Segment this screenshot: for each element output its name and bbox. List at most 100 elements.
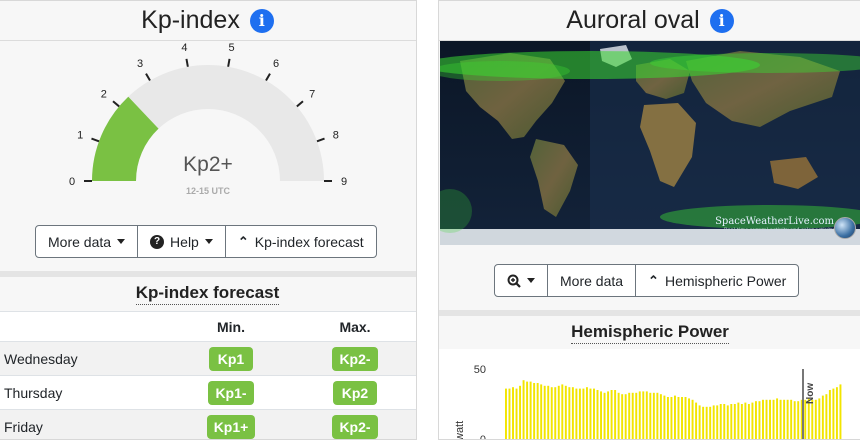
power-bar: [610, 390, 613, 439]
power-bar: [564, 385, 567, 439]
power-bar: [670, 397, 673, 439]
power-bar: [751, 402, 754, 439]
auroral-oval-title: Auroral oval: [566, 6, 700, 34]
min-badge: Kp1: [209, 346, 253, 371]
forecast-header-row: Min. Max.: [0, 311, 416, 341]
forecast-day: Wednesday: [4, 350, 78, 367]
info-icon[interactable]: i: [709, 8, 734, 33]
power-bar: [600, 391, 602, 439]
power-bar: [628, 392, 631, 439]
power-bar: [505, 388, 507, 439]
caret-down-icon: [117, 239, 126, 244]
power-bar: [825, 394, 828, 439]
min-badge: Kp1+: [206, 414, 256, 439]
aurora-more-data-button[interactable]: More data: [548, 265, 637, 296]
power-bar: [730, 404, 733, 439]
power-bar: [550, 387, 553, 439]
kp-index-header: Kp-index i: [0, 1, 416, 41]
caret-down-icon: [527, 278, 535, 283]
power-bar: [762, 399, 764, 439]
zoom-in-icon: [507, 274, 521, 288]
power-bar: [681, 397, 683, 439]
hemispheric-power-chart: 50 0 watt Now: [439, 349, 860, 440]
power-bar: [536, 383, 539, 439]
hemispheric-title[interactable]: Hemispheric Power: [571, 322, 729, 344]
info-icon[interactable]: i: [249, 8, 274, 33]
power-bar: [754, 401, 757, 439]
max-badge: Kp2: [333, 380, 377, 405]
power-bar: [765, 399, 768, 439]
auroral-oval-map[interactable]: SpaceWeatherLive.com Real-time auroral a…: [440, 41, 860, 245]
power-bar: [804, 399, 807, 439]
hemispheric-section-title: Hemispheric Power: [439, 316, 860, 350]
more-data-button[interactable]: More data: [36, 226, 139, 257]
kp-gauge: 0 1 2 3 4 5 6 7 8 9 Kp2+ 12-15 UTC: [69, 42, 347, 196]
power-bar: [772, 399, 775, 439]
gauge-tick: [265, 73, 271, 82]
power-bar: [617, 392, 620, 439]
gauge-tick-label: 7: [309, 89, 315, 101]
power-bar: [638, 391, 641, 439]
gauge-value: Kp2+: [183, 153, 233, 176]
kp-index-card: Kp-index i 0 1 2 3 4 5 6 7 8 9 Kp2+ 12-15 UTC Mor…: [0, 0, 417, 440]
power-bar: [554, 387, 557, 439]
col-max-header: Max.: [339, 318, 371, 335]
auroral-oval-header: Auroral oval i: [439, 1, 860, 41]
power-bar: [740, 404, 743, 439]
power-bar: [659, 394, 662, 439]
caret-down-icon: [204, 239, 213, 244]
power-bar: [568, 387, 571, 439]
gauge-tick-label: 9: [341, 176, 347, 188]
gauge-tick: [145, 73, 151, 82]
power-bar: [716, 405, 719, 439]
power-bar: [526, 381, 529, 439]
gauge-tick: [296, 100, 304, 108]
power-bar: [649, 392, 652, 439]
power-bar: [561, 384, 564, 439]
table-row: Wednesday Kp1 Kp2-: [0, 341, 416, 375]
forecast-title[interactable]: Kp-index forecast: [135, 283, 280, 305]
power-bar: [733, 404, 736, 439]
forecast-table: Min. Max. Wednesday Kp1 Kp2- Thursday Kp…: [0, 311, 416, 439]
power-bar: [547, 385, 550, 439]
kp-forecast-label: Kp-index forecast: [254, 233, 364, 250]
forecast-day: Thursday: [4, 384, 63, 401]
power-bar: [719, 404, 722, 439]
power-bar: [540, 384, 543, 439]
power-bar: [607, 391, 610, 439]
gauge-tick-label: 1: [77, 129, 83, 141]
gauge-tick: [112, 100, 120, 108]
power-bar: [621, 394, 624, 439]
power-bar: [624, 394, 627, 439]
gauge-tick: [185, 58, 189, 67]
zoom-button[interactable]: [495, 265, 548, 296]
forecast-day: Friday: [4, 418, 43, 435]
power-bar: [543, 385, 546, 439]
forecast-section-title: Kp-index forecast: [0, 277, 416, 311]
kp-forecast-button[interactable]: ⌃︎ Kp-index forecast: [226, 226, 376, 257]
power-bar: [769, 399, 771, 439]
gauge-tick-label: 5: [229, 42, 235, 54]
table-row: Thursday Kp1- Kp2: [0, 375, 416, 409]
power-bar: [688, 398, 691, 439]
power-bar: [797, 401, 800, 439]
power-bar: [674, 395, 676, 439]
help-button[interactable]: ? Help: [138, 226, 226, 257]
y-tick-label: 50: [474, 364, 486, 376]
power-bar: [747, 404, 750, 439]
power-bar: [515, 388, 518, 439]
power-bar: [839, 384, 842, 439]
power-bar: [744, 402, 747, 439]
y-tick-label: 0: [480, 434, 486, 440]
power-bar: [582, 388, 585, 439]
power-bar: [656, 392, 659, 439]
globe-icon: [834, 217, 856, 239]
map-logo-text: SpaceWeatherLive.com: [715, 216, 834, 227]
power-bar: [832, 388, 835, 439]
power-bar: [779, 399, 782, 439]
chevron-double-up-icon: ⌃︎: [648, 273, 659, 288]
power-bar: [790, 399, 793, 439]
gauge-tick: [91, 137, 100, 143]
hemispheric-power-button[interactable]: ⌃︎ Hemispheric Power: [636, 265, 798, 296]
world-map-image: [440, 41, 860, 245]
